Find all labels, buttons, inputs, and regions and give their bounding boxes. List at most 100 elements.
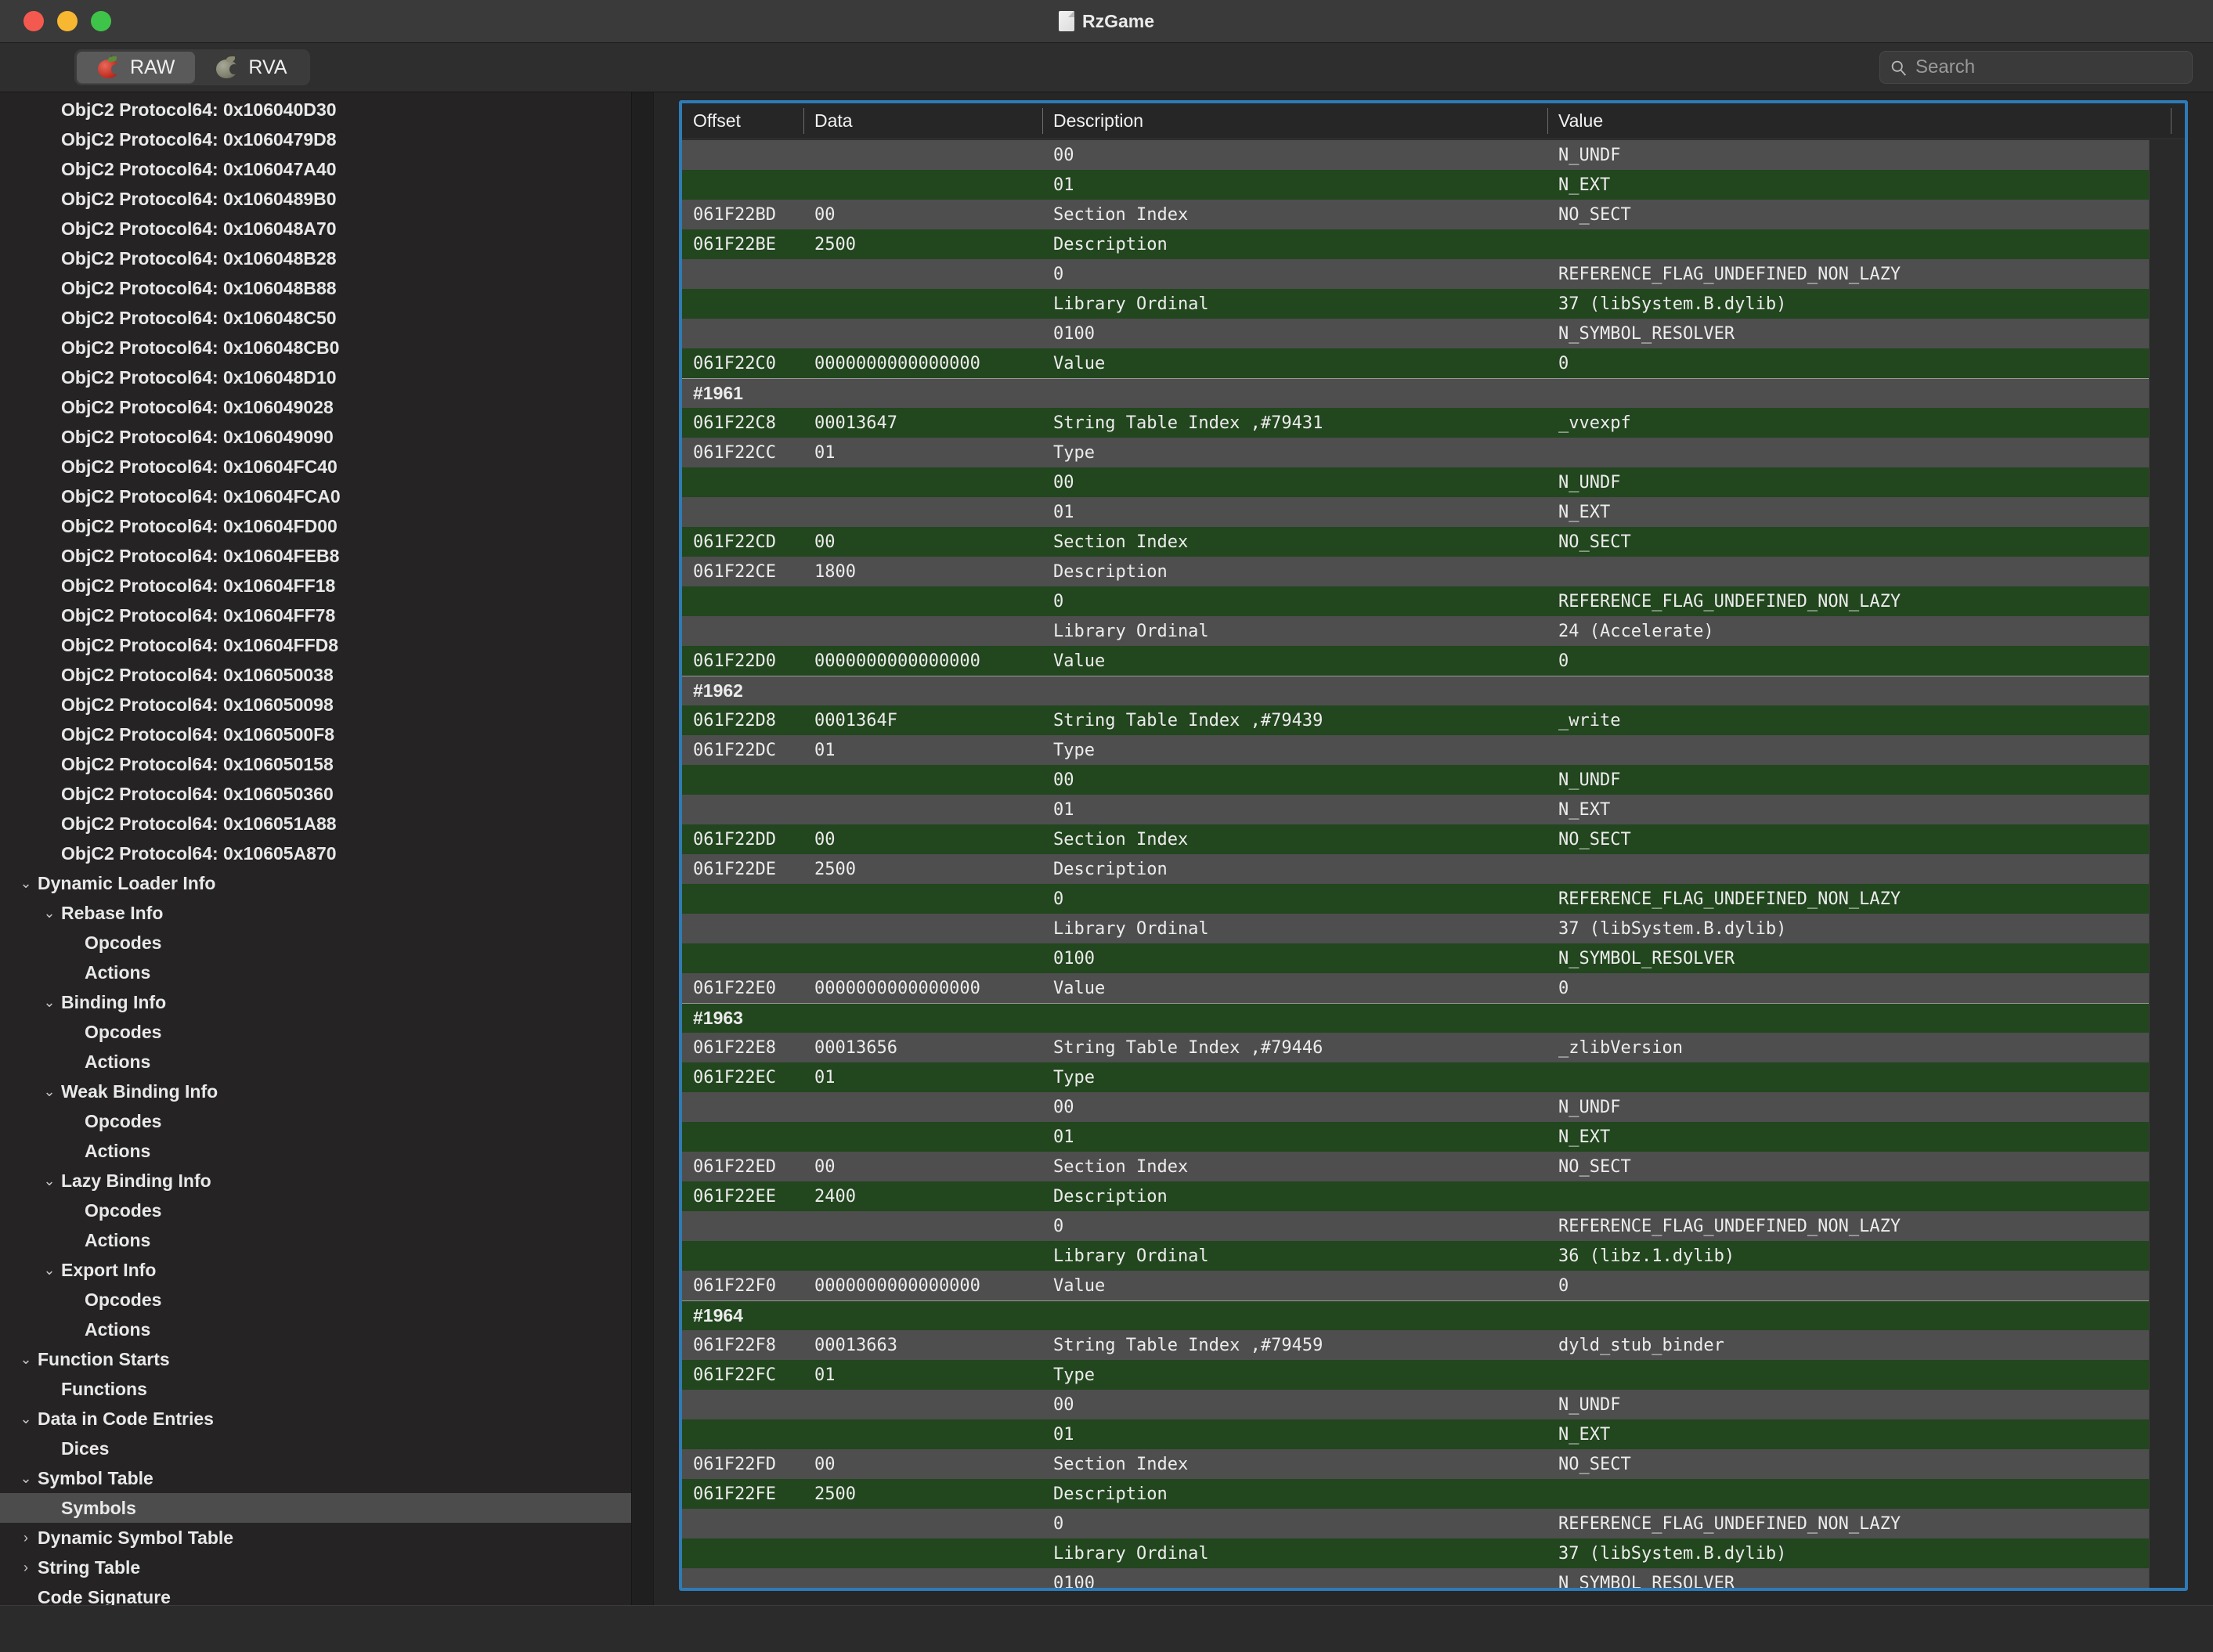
sidebar-item[interactable]: ⌄ Rebase Info: [0, 898, 653, 928]
table-row[interactable]: Library Ordinal 37 (libSystem.B.dylib): [682, 914, 2149, 943]
table-row[interactable]: 061F22CC 01 Type: [682, 438, 2149, 467]
sidebar-item[interactable]: Functions: [0, 1374, 653, 1404]
table-group-header-row[interactable]: #1962: [682, 676, 2149, 705]
chevron-down-icon[interactable]: ⌄: [14, 1411, 38, 1427]
chevron-down-icon[interactable]: ⌄: [38, 994, 61, 1011]
table-row[interactable]: Library Ordinal 37 (libSystem.B.dylib): [682, 289, 2149, 319]
sidebar-item[interactable]: ObjC2 Protocol64: 0x1060500F8: [0, 720, 653, 749]
table-row[interactable]: 0100 N_SYMBOL_RESOLVER: [682, 319, 2149, 348]
sidebar-item[interactable]: › Dynamic Symbol Table: [0, 1523, 653, 1553]
sidebar-item[interactable]: ObjC2 Protocol64: 0x106048CB0: [0, 333, 653, 363]
table-row[interactable]: 00 N_UNDF: [682, 765, 2149, 795]
minimize-button[interactable]: [57, 11, 78, 31]
table-row[interactable]: 061F22CE 1800 Description: [682, 557, 2149, 586]
table-group-header-row[interactable]: #1961: [682, 378, 2149, 408]
table-row[interactable]: 01 N_EXT: [682, 170, 2149, 200]
column-header-value[interactable]: Value: [1547, 103, 2185, 139]
sidebar-item[interactable]: ObjC2 Protocol64: 0x106048B28: [0, 243, 653, 273]
table-row[interactable]: Library Ordinal 36 (libz.1.dylib): [682, 1241, 2149, 1271]
chevron-down-icon[interactable]: ⌄: [14, 1351, 38, 1368]
table-row[interactable]: 061F22F0 0000000000000000 Value 0: [682, 1271, 2149, 1300]
chevron-right-icon[interactable]: ›: [14, 1560, 38, 1576]
sidebar-item[interactable]: ObjC2 Protocol64: 0x1060479D8: [0, 124, 653, 154]
sidebar-item[interactable]: ⌄ Binding Info: [0, 987, 653, 1017]
sidebar-item[interactable]: ObjC2 Protocol64: 0x106048B88: [0, 273, 653, 303]
sidebar-item[interactable]: Dices: [0, 1434, 653, 1463]
sidebar-item[interactable]: ObjC2 Protocol64: 0x10604FEB8: [0, 541, 653, 571]
sidebar-item[interactable]: ⌄ Symbol Table: [0, 1463, 653, 1493]
table-row[interactable]: 00 N_UNDF: [682, 1092, 2149, 1122]
table-row[interactable]: 061F22F8 00013663 String Table Index ,#794…: [682, 1330, 2149, 1360]
table-row[interactable]: 0 REFERENCE_FLAG_UNDEFINED_NON_LAZY: [682, 259, 2149, 289]
tab-raw[interactable]: RAW: [77, 52, 196, 83]
sidebar-item[interactable]: ⌄ Data in Code Entries: [0, 1404, 653, 1434]
sidebar-item[interactable]: ObjC2 Protocol64: 0x10605A870: [0, 839, 653, 868]
table-row[interactable]: 0 REFERENCE_FLAG_UNDEFINED_NON_LAZY: [682, 884, 2149, 914]
sidebar-item[interactable]: Opcodes: [0, 1196, 653, 1225]
table-row[interactable]: 061F22BD 00 Section Index NO_SECT: [682, 200, 2149, 229]
table-row[interactable]: 061F22FC 01 Type: [682, 1360, 2149, 1390]
table-row[interactable]: 01 N_EXT: [682, 497, 2149, 527]
symbols-table[interactable]: Offset Data Description Value 00 N_UNDF 01…: [679, 100, 2188, 1591]
table-group-header-row[interactable]: #1964: [682, 1300, 2149, 1330]
sidebar-item[interactable]: ObjC2 Protocol64: 0x106048C50: [0, 303, 653, 333]
table-row[interactable]: 0 REFERENCE_FLAG_UNDEFINED_NON_LAZY: [682, 586, 2149, 616]
table-row[interactable]: 061F22ED 00 Section Index NO_SECT: [682, 1152, 2149, 1181]
sidebar-item[interactable]: ObjC2 Protocol64: 0x106050098: [0, 690, 653, 720]
chevron-down-icon[interactable]: ⌄: [38, 1084, 61, 1100]
table-row[interactable]: 061F22D0 0000000000000000 Value 0: [682, 646, 2149, 676]
sidebar-item[interactable]: Code Signature: [0, 1582, 653, 1606]
sidebar-item[interactable]: ObjC2 Protocol64: 0x106051A88: [0, 809, 653, 839]
table-row[interactable]: 061F22DE 2500 Description: [682, 854, 2149, 884]
sidebar-item[interactable]: ObjC2 Protocol64: 0x106040D30: [0, 95, 653, 124]
chevron-down-icon[interactable]: ⌄: [38, 1262, 61, 1279]
sidebar-scrollbar-track[interactable]: [631, 92, 653, 1605]
column-header-data[interactable]: Data: [803, 103, 1042, 139]
column-header-description[interactable]: Description: [1042, 103, 1547, 139]
sidebar-item[interactable]: Opcodes: [0, 928, 653, 958]
table-row[interactable]: 01 N_EXT: [682, 1122, 2149, 1152]
table-row[interactable]: 00 N_UNDF: [682, 467, 2149, 497]
sidebar-item[interactable]: ObjC2 Protocol64: 0x106047A40: [0, 154, 653, 184]
sidebar-item[interactable]: ObjC2 Protocol64: 0x106050038: [0, 660, 653, 690]
table-row[interactable]: 00 N_UNDF: [682, 1390, 2149, 1419]
table-row[interactable]: 0100 N_SYMBOL_RESOLVER: [682, 1568, 2149, 1588]
table-row[interactable]: 0 REFERENCE_FLAG_UNDEFINED_NON_LAZY: [682, 1509, 2149, 1538]
sidebar-item[interactable]: ObjC2 Protocol64: 0x106048A70: [0, 214, 653, 243]
close-button[interactable]: [23, 11, 44, 31]
outline-sidebar[interactable]: ObjC2 Protocol64: 0x106040D30 ObjC2 Proto…: [0, 92, 654, 1605]
sidebar-item[interactable]: ObjC2 Protocol64: 0x106049090: [0, 422, 653, 452]
column-header-offset[interactable]: Offset: [682, 103, 803, 139]
sidebar-item[interactable]: Actions: [0, 958, 653, 987]
sidebar-item[interactable]: Opcodes: [0, 1106, 653, 1136]
chevron-down-icon[interactable]: ⌄: [14, 1470, 38, 1487]
table-row[interactable]: 061F22C8 00013647 String Table Index ,#794…: [682, 408, 2149, 438]
sidebar-item[interactable]: ⌄ Function Starts: [0, 1344, 653, 1374]
table-row[interactable]: 01 N_EXT: [682, 795, 2149, 824]
table-row[interactable]: 061F22CD 00 Section Index NO_SECT: [682, 527, 2149, 557]
sidebar-item[interactable]: Actions: [0, 1136, 653, 1166]
search-field[interactable]: [1879, 51, 2193, 84]
table-row[interactable]: 061F22E8 00013656 String Table Index ,#794…: [682, 1033, 2149, 1062]
sidebar-item[interactable]: ⌄ Weak Binding Info: [0, 1077, 653, 1106]
chevron-down-icon[interactable]: ⌄: [38, 1173, 61, 1189]
sidebar-item[interactable]: ObjC2 Protocol64: 0x10604FF78: [0, 601, 653, 630]
sidebar-item[interactable]: ObjC2 Protocol64: 0x10604FFD8: [0, 630, 653, 660]
table-row[interactable]: 061F22C0 0000000000000000 Value 0: [682, 348, 2149, 378]
table-row[interactable]: 01 N_EXT: [682, 1419, 2149, 1449]
sidebar-item[interactable]: Actions: [0, 1315, 653, 1344]
chevron-down-icon[interactable]: ⌄: [14, 875, 38, 892]
table-row[interactable]: 061F22FE 2500 Description: [682, 1479, 2149, 1509]
table-row[interactable]: Library Ordinal 24 (Accelerate): [682, 616, 2149, 646]
tab-rva[interactable]: RVA: [195, 52, 307, 83]
sidebar-item[interactable]: ObjC2 Protocol64: 0x10604FC40: [0, 452, 653, 482]
table-row[interactable]: 061F22EE 2400 Description: [682, 1181, 2149, 1211]
sidebar-item[interactable]: ObjC2 Protocol64: 0x10604FF18: [0, 571, 653, 601]
table-row[interactable]: 061F22EC 01 Type: [682, 1062, 2149, 1092]
table-row[interactable]: 00 N_UNDF: [682, 140, 2149, 170]
table-group-header-row[interactable]: #1963: [682, 1003, 2149, 1033]
table-row[interactable]: 0 REFERENCE_FLAG_UNDEFINED_NON_LAZY: [682, 1211, 2149, 1241]
sidebar-item[interactable]: Opcodes: [0, 1017, 653, 1047]
sidebar-item[interactable]: Actions: [0, 1047, 653, 1077]
sidebar-item[interactable]: ObjC2 Protocol64: 0x106050158: [0, 749, 653, 779]
